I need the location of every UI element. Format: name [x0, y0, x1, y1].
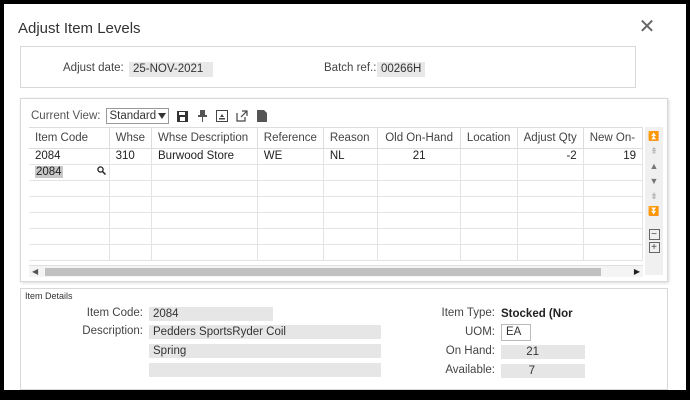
- adjust-item-levels-dialog: Adjust Item Levels ✕ Adjust date: 25-NOV…: [4, 4, 686, 390]
- items-grid-panel: Current View: Standard Item Code Whse Wh…: [20, 98, 668, 282]
- cell-new-on-hand[interactable]: 19: [583, 148, 643, 165]
- table-row-empty: [29, 244, 643, 261]
- available-value: 7: [501, 364, 585, 378]
- dialog-title: Adjust Item Levels: [18, 20, 141, 37]
- cell-whse[interactable]: 310: [109, 148, 153, 165]
- empty-cell[interactable]: [377, 164, 461, 181]
- add-row-icon[interactable]: +: [648, 242, 660, 253]
- close-icon[interactable]: ✕: [637, 17, 657, 38]
- uom-label: UOM:: [464, 326, 495, 338]
- document-icon[interactable]: [255, 109, 269, 123]
- col-header-old-on-hand[interactable]: Old On-Hand: [377, 128, 461, 149]
- uom-field[interactable]: EA: [501, 324, 531, 341]
- view-select[interactable]: Standard: [106, 108, 170, 124]
- available-label: Available:: [445, 364, 495, 376]
- items-table: Item Code Whse Whse Description Referenc…: [29, 128, 643, 261]
- horizontal-scrollbar[interactable]: ◀ ▶: [29, 265, 643, 277]
- col-header-reference[interactable]: Reference: [257, 128, 324, 149]
- table-row-empty: [29, 180, 643, 197]
- table-row-empty: [29, 228, 643, 245]
- export-icon[interactable]: [215, 109, 229, 123]
- cell-adjust-qty[interactable]: -2: [517, 148, 584, 165]
- item-code-edit-cell[interactable]: 2084: [29, 164, 110, 181]
- scroll-left-icon[interactable]: ◀: [32, 266, 38, 278]
- cell-reference[interactable]: WE: [257, 148, 324, 165]
- empty-cell[interactable]: [460, 164, 518, 181]
- description-line-2: Spring: [149, 344, 381, 358]
- item-code-value: 2084: [149, 307, 273, 321]
- empty-cell[interactable]: [583, 164, 643, 181]
- item-code-edit-value[interactable]: 2084: [35, 166, 63, 178]
- on-hand-value: 21: [501, 345, 585, 359]
- adjust-date-field[interactable]: 25-NOV-2021: [129, 62, 213, 77]
- description-label: Description:: [82, 325, 143, 337]
- on-hand-label: On Hand:: [445, 345, 495, 357]
- col-header-item-code[interactable]: Item Code: [29, 128, 110, 149]
- empty-cell[interactable]: [109, 164, 153, 181]
- cell-item-code[interactable]: 2084: [29, 148, 110, 165]
- col-header-adjust-qty[interactable]: Adjust Qty: [517, 128, 584, 149]
- item-type-value: Stocked (Nor: [501, 308, 573, 320]
- delete-row-icon[interactable]: −: [648, 229, 660, 240]
- grid-toolbar: Current View: Standard: [31, 107, 269, 125]
- table-header-row: Item Code Whse Whse Description Referenc…: [29, 128, 643, 149]
- cell-location[interactable]: [460, 148, 518, 165]
- pin-icon[interactable]: [195, 109, 209, 123]
- col-header-whse-description[interactable]: Whse Description: [151, 128, 258, 149]
- col-header-reason[interactable]: Reason: [323, 128, 379, 149]
- col-header-location[interactable]: Location: [460, 128, 518, 149]
- item-details-panel: Item Details Item Code: 2084 Description…: [20, 288, 668, 390]
- cell-whse-description[interactable]: Burwood Store: [151, 148, 258, 165]
- batch-ref-label: Batch ref.:: [324, 62, 377, 74]
- save-icon[interactable]: [175, 109, 189, 123]
- col-header-new-on-hand[interactable]: New On-: [583, 128, 643, 149]
- description-line-1: Pedders SportsRyder Coil: [149, 325, 381, 339]
- page-up-icon[interactable]: ⇞: [647, 144, 661, 158]
- batch-ref-field[interactable]: 00266H: [377, 62, 425, 77]
- description-line-3: [149, 363, 381, 377]
- popout-icon[interactable]: [235, 109, 249, 123]
- previous-record-icon[interactable]: ▲: [647, 159, 661, 173]
- chevron-down-icon: [158, 113, 167, 119]
- table-row[interactable]: 2084 310 Burwood Store WE NL 21 -2 19: [29, 148, 643, 165]
- view-select-value: Standard: [109, 110, 157, 122]
- adjust-date-label: Adjust date:: [63, 62, 124, 74]
- cell-reason[interactable]: NL: [323, 148, 379, 165]
- table-row-editing[interactable]: 2084: [29, 164, 643, 181]
- empty-cell[interactable]: [257, 164, 324, 181]
- empty-cell[interactable]: [323, 164, 379, 181]
- first-record-icon[interactable]: ⏫: [647, 129, 661, 143]
- empty-cell[interactable]: [517, 164, 584, 181]
- page-down-icon[interactable]: ⇟: [647, 189, 661, 203]
- items-table-viewport: Item Code Whse Whse Description Referenc…: [29, 127, 643, 265]
- item-code-label: Item Code:: [86, 307, 143, 319]
- current-view-label: Current View:: [31, 110, 101, 122]
- next-record-icon[interactable]: ▼: [647, 174, 661, 188]
- scroll-right-icon[interactable]: ▶: [634, 266, 640, 278]
- scrollbar-thumb[interactable]: [45, 268, 601, 276]
- cell-old-on-hand[interactable]: 21: [377, 148, 461, 165]
- row-navigation-bar: ⏫ ⇞ ▲ ▼ ⇟ ⏬ − +: [645, 127, 663, 275]
- last-record-icon[interactable]: ⏬: [647, 204, 661, 218]
- search-icon[interactable]: [96, 165, 106, 178]
- col-header-whse[interactable]: Whse: [109, 128, 153, 149]
- item-type-label: Item Type:: [441, 307, 495, 319]
- empty-cell[interactable]: [151, 164, 258, 181]
- header-panel: Adjust date: 25-NOV-2021 Batch ref.: 002…: [20, 46, 636, 88]
- table-row-empty: [29, 212, 643, 229]
- item-details-title: Item Details: [25, 291, 73, 301]
- table-row-empty: [29, 196, 643, 213]
